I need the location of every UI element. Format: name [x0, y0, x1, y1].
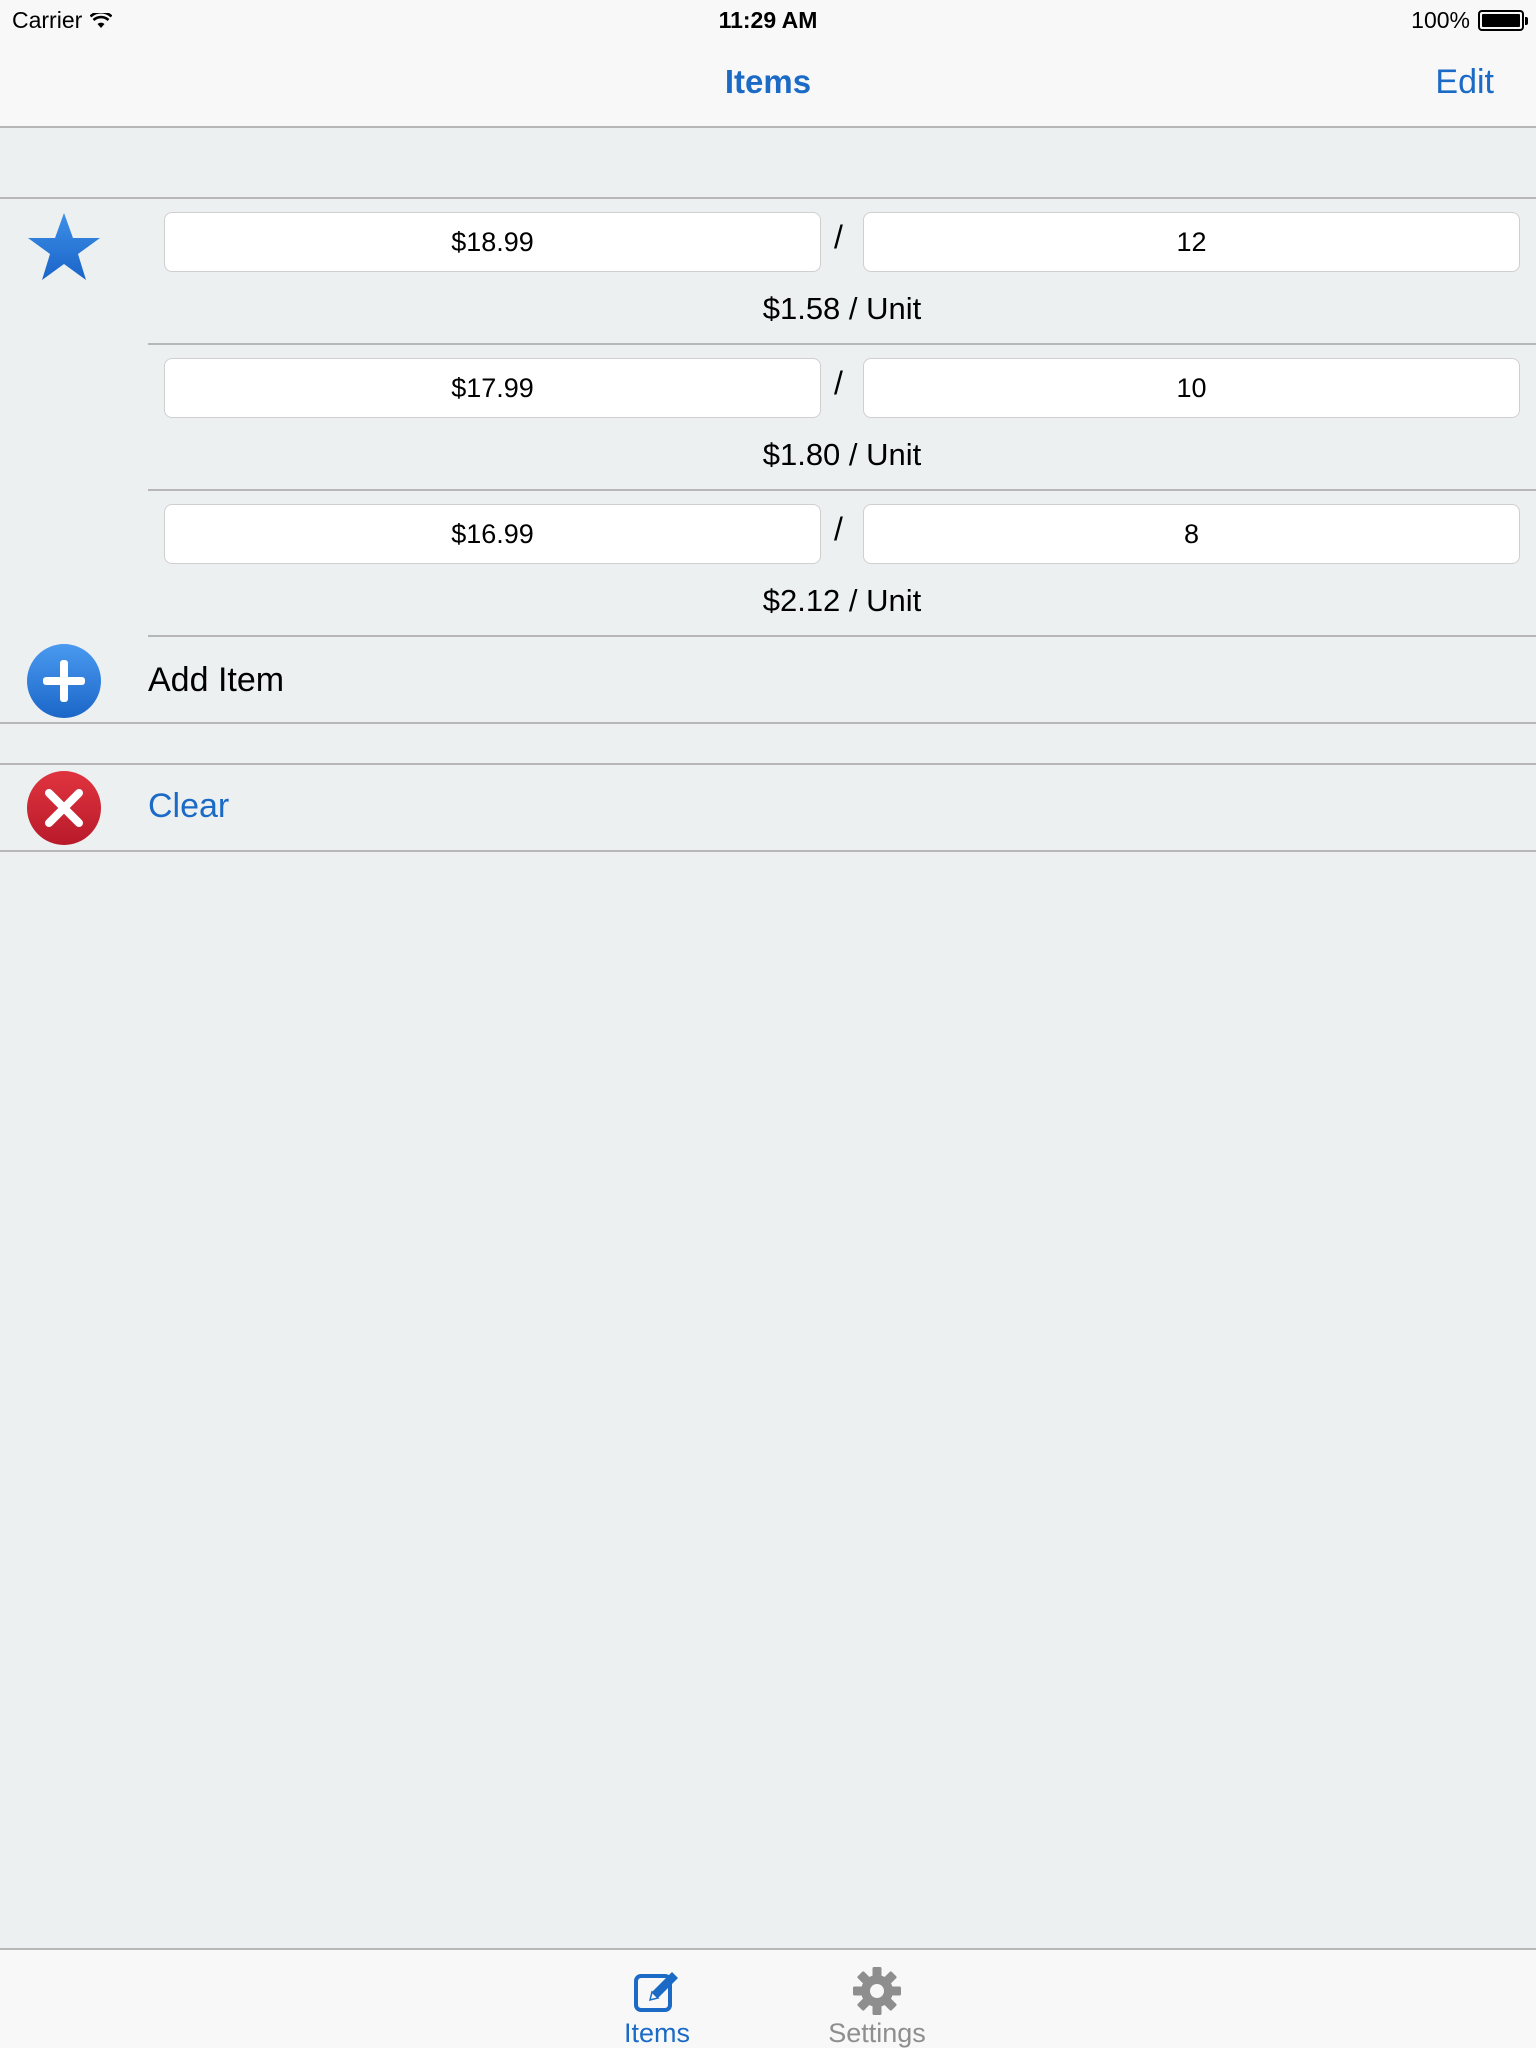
divider-slash: / — [834, 219, 843, 255]
divider-slash: / — [834, 511, 843, 547]
price-field[interactable]: $16.99 — [164, 504, 821, 564]
list-item: $17.99 / 10 $1.80 / Unit — [148, 345, 1536, 491]
price-field[interactable]: $18.99 — [164, 212, 821, 272]
gear-icon — [853, 1967, 901, 2015]
compose-icon — [634, 1972, 678, 2012]
quantity-field[interactable]: 10 — [863, 358, 1520, 418]
unit-price: $1.58 / Unit — [762, 291, 922, 326]
edit-button[interactable]: Edit — [1435, 63, 1494, 102]
list-item: $16.99 / 8 $2.12 / Unit — [148, 491, 1536, 637]
row-divider — [148, 635, 1536, 637]
tab-bar: Items Settings — [0, 1948, 1536, 2048]
unit-price: $2.12 / Unit — [762, 583, 922, 618]
unit-price: $1.80 / Unit — [762, 437, 922, 472]
status-bar: Carrier 11:29 AM 100% — [0, 0, 1536, 40]
x-circle-icon[interactable] — [26, 770, 102, 846]
tab-items-label: Items — [623, 2018, 690, 2048]
clear-button[interactable]: Clear — [148, 787, 229, 826]
navigation-bar: Carrier 11:29 AM 100% Items Edit — [0, 0, 1536, 128]
status-time: 11:29 AM — [718, 7, 818, 33]
tab-settings[interactable]: Settings — [807, 1966, 947, 2048]
items-section: $18.99 / 12 $1.58 / Unit $17.99 / 10 $1.… — [0, 197, 1536, 724]
quantity-field[interactable]: 12 — [863, 212, 1520, 272]
battery-indicator: 100% — [1411, 7, 1528, 34]
quantity-field[interactable]: 8 — [863, 504, 1520, 564]
price-field[interactable]: $17.99 — [164, 358, 821, 418]
divider-slash: / — [834, 365, 843, 401]
battery-icon — [1478, 10, 1528, 31]
tab-items[interactable]: Items — [587, 1966, 727, 2048]
list-item: $18.99 / 12 $1.58 / Unit — [148, 199, 1536, 345]
plus-circle-icon[interactable] — [26, 643, 102, 719]
clear-section: Clear — [0, 763, 1536, 852]
battery-percent: 100% — [1411, 7, 1470, 33]
page-title: Items — [724, 63, 812, 100]
tab-settings-label: Settings — [828, 2018, 926, 2048]
star-icon — [28, 213, 100, 280]
add-item-button[interactable]: Add Item — [148, 661, 284, 700]
